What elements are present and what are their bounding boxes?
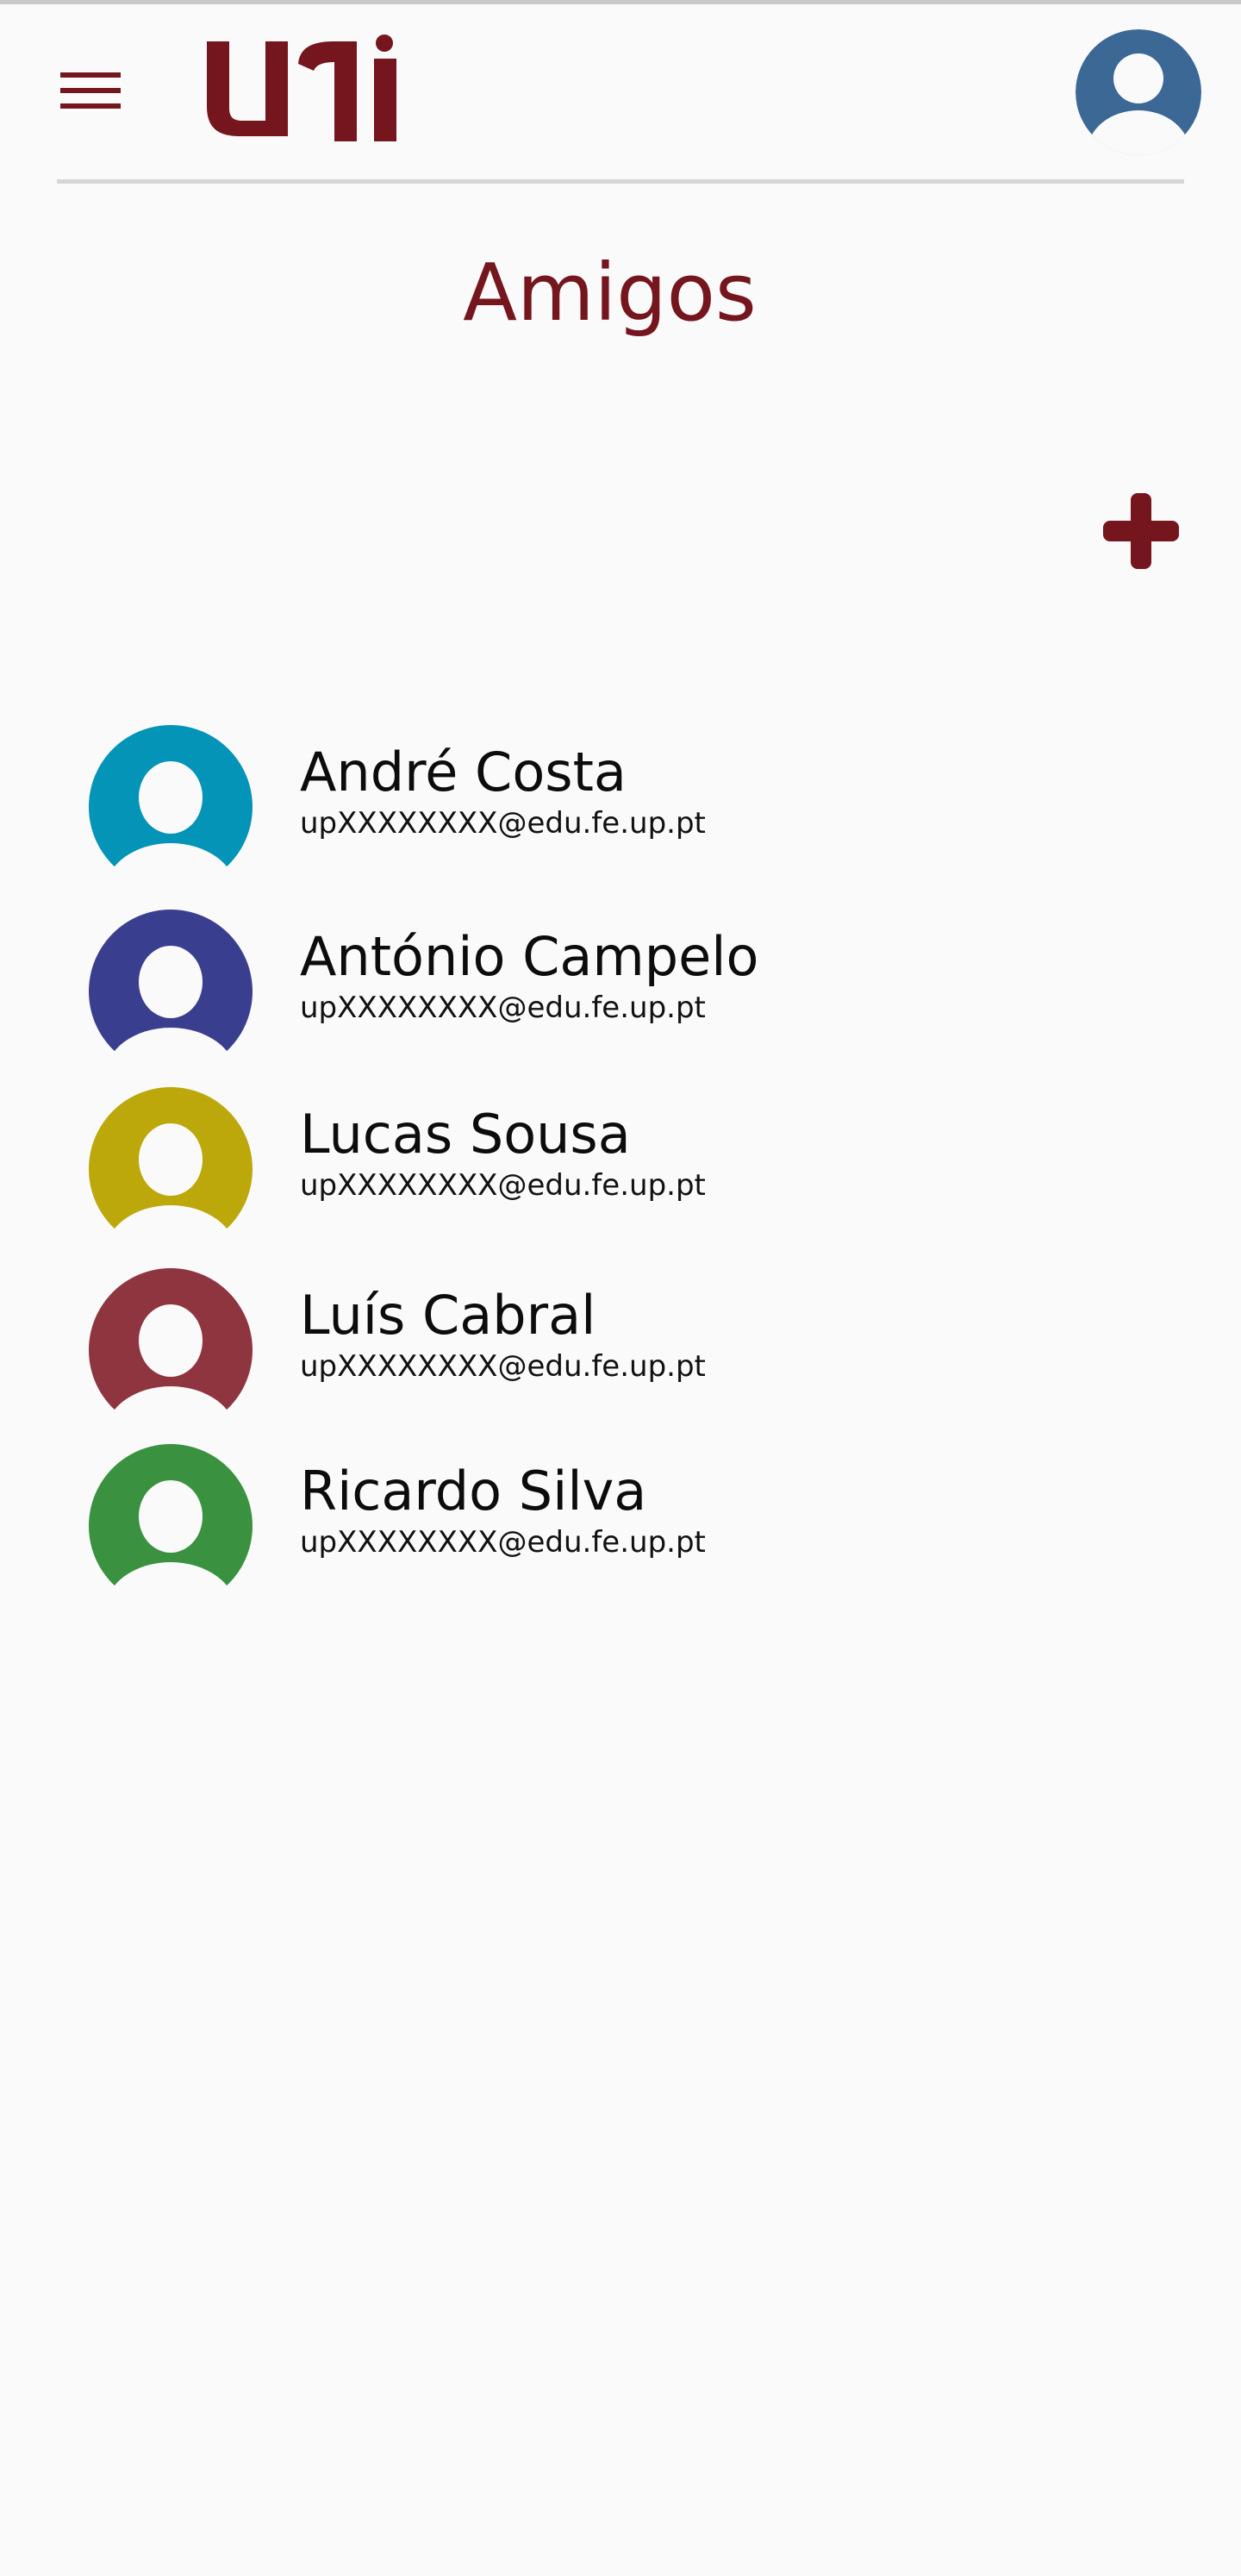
friend-email: upXXXXXXXX@edu.fe.up.pt xyxy=(300,1525,706,1560)
menu-button[interactable] xyxy=(48,60,134,121)
uni-logo[interactable] xyxy=(203,34,402,147)
page-title: Amigos xyxy=(463,247,757,339)
app-header xyxy=(0,0,1241,184)
hamburger-menu-icon xyxy=(60,72,121,109)
user-avatar-icon xyxy=(89,1444,253,1610)
friend-name: António Campelo xyxy=(300,925,759,988)
profile-avatar-button[interactable] xyxy=(1076,29,1201,155)
user-avatar-icon xyxy=(89,1268,253,1435)
friend-name: Luís Cabral xyxy=(300,1284,596,1347)
friend-name: Lucas Sousa xyxy=(300,1103,631,1166)
user-avatar-icon xyxy=(1076,29,1201,155)
friend-list-item[interactable]: André Costa upXXXXXXXX@edu.fe.up.pt xyxy=(83,722,1074,895)
friend-list-item[interactable]: Lucas Sousa upXXXXXXXX@edu.fe.up.pt xyxy=(83,1085,1074,1257)
friend-list-item[interactable]: Luís Cabral upXXXXXXXX@edu.fe.up.pt xyxy=(83,1266,1074,1438)
friend-email: upXXXXXXXX@edu.fe.up.pt xyxy=(300,806,706,841)
friend-name: André Costa xyxy=(300,741,627,803)
header-divider xyxy=(57,179,1184,184)
friend-email: upXXXXXXXX@edu.fe.up.pt xyxy=(300,1349,706,1384)
friend-list-item[interactable]: Ricardo Silva upXXXXXXXX@edu.fe.up.pt xyxy=(83,1441,1074,1614)
plus-icon xyxy=(1103,493,1179,569)
friend-email: upXXXXXXXX@edu.fe.up.pt xyxy=(300,991,706,1025)
friend-list-item[interactable]: António Campelo upXXXXXXXX@edu.fe.up.pt xyxy=(83,907,1074,1079)
user-avatar-icon xyxy=(89,910,253,1076)
add-friend-button[interactable] xyxy=(1100,490,1182,572)
user-avatar-icon xyxy=(89,1087,253,1254)
friend-name: Ricardo Silva xyxy=(300,1460,647,1522)
user-avatar-icon xyxy=(89,725,253,891)
friend-email: upXXXXXXXX@edu.fe.up.pt xyxy=(300,1168,706,1203)
